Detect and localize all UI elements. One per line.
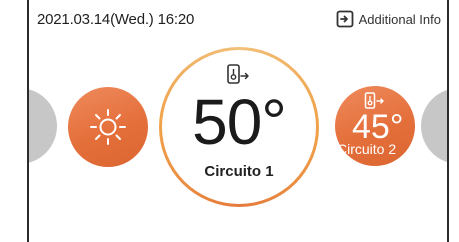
circuit-2-label: Circuito 2 — [337, 141, 397, 157]
circuit-1-dial-face: 50° Circuito 1 — [162, 50, 316, 204]
next-card-edge[interactable] — [421, 88, 447, 164]
additional-info-button[interactable]: Additional Info — [336, 8, 441, 30]
info-exit-icon — [336, 10, 353, 28]
water-heater-output-icon — [227, 64, 249, 84]
date-time: 2021.03.14(Wed.) 16:20 — [37, 11, 195, 28]
previous-card-edge[interactable] — [29, 88, 57, 164]
circuit-1-temperature: 50° — [192, 86, 287, 158]
circuit-2-button[interactable]: 45° Circuito 2 — [335, 86, 415, 166]
sun-icon — [90, 109, 126, 145]
circuit-2-temperature: 45° — [352, 108, 404, 146]
thermostat-screen: 2021.03.14(Wed.) 16:20 Additional Info 5… — [27, 0, 449, 242]
heating-mode-button[interactable] — [68, 87, 148, 167]
top-bar: 2021.03.14(Wed.) 16:20 Additional Info — [29, 0, 447, 40]
circuit-1-dial[interactable]: 50° Circuito 1 — [159, 47, 319, 207]
circuit-1-label: Circuito 1 — [204, 163, 274, 180]
additional-info-label: Additional Info — [358, 11, 441, 27]
